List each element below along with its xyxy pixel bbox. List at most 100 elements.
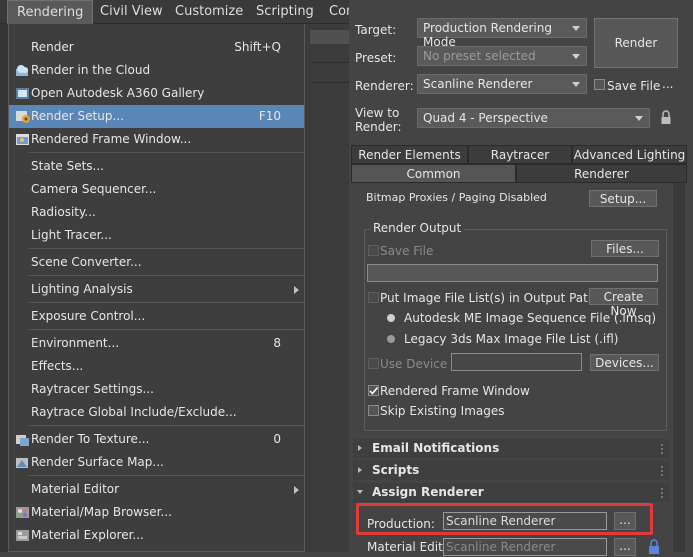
collapse-arrow-icon [357,490,363,494]
menu-item-state-sets[interactable]: State Sets... [9,155,304,178]
menu-separator [29,152,304,153]
create-now-button[interactable]: Create Now [589,288,658,318]
chevron-down-icon [572,82,580,87]
menu-item-raytracer-settings[interactable]: Raytracer Settings... [9,378,304,401]
tab-renderer[interactable]: Renderer [516,164,687,183]
menu-separator [29,302,304,303]
material-editor-browse-button[interactable]: ... [614,538,636,556]
panel-scrollbar[interactable] [673,183,685,552]
ifl-radio-label: Legacy 3ds Max Image File List (.ifl) [404,332,619,346]
grip-icon [661,466,665,478]
menu-item-render-surface-map[interactable]: Render Surface Map... [9,451,304,474]
menu-item-camera-sequencer[interactable]: Camera Sequencer... [9,178,304,201]
menu-item-material-map-browser[interactable]: Material/Map Browser... [9,501,304,524]
menu-customize[interactable]: Customize [175,4,243,19]
viewport-edge [0,24,8,552]
render-button[interactable]: Render [594,18,678,68]
menu-item-render[interactable]: Render Shift+Q [9,36,304,59]
menu-rendering[interactable]: Rendering [7,0,94,24]
rendering-dropdown-menu: Render Shift+Q Render in the Cloud Open … [8,24,305,552]
save-file-label: Save File [607,79,661,93]
view-to-render-label-2: Render: [355,120,402,134]
render-output-group [364,229,667,431]
menu-item-raytrace-include-exclude[interactable]: Raytrace Global Include/Exclude... [9,401,304,424]
menu-civil-view[interactable]: Civil View [100,4,163,19]
use-device-checkbox[interactable] [368,358,379,369]
save-file-output-checkbox[interactable] [368,245,379,256]
checkmark-icon [369,386,379,395]
view-to-render-label: View to [355,106,400,120]
skip-existing-checkbox[interactable] [368,405,379,416]
files-button[interactable]: Files... [591,240,659,257]
menu-item-lighting-analysis[interactable]: Lighting Analysis [9,278,304,301]
chevron-down-icon [572,54,580,59]
menu-item-environment[interactable]: Environment... 8 [9,332,304,355]
grip-icon [661,444,665,456]
rollout-scripts[interactable]: Scripts [353,461,669,480]
rendered-frame-window-checkbox[interactable] [368,385,379,396]
viewport-background [300,24,350,552]
gallery-icon [15,86,30,101]
render-setup-icon [15,109,30,124]
output-path-field[interactable] [367,264,658,282]
target-label: Target: [355,23,397,37]
lock-icon[interactable] [647,538,661,557]
imsq-radio[interactable] [387,314,395,322]
submenu-arrow-icon [294,286,299,294]
save-file-output-label: Save File [380,244,434,258]
menu-item-material-editor[interactable]: Material Editor [9,478,304,501]
cloud-render-icon [15,63,30,78]
material-explorer-icon [15,528,30,543]
devices-button[interactable]: Devices... [590,354,659,371]
menu-item-render-setup[interactable]: Render Setup... F10 [9,105,304,128]
save-file-checkbox[interactable] [594,79,605,90]
menu-separator [29,475,304,476]
submenu-arrow-icon [294,486,299,494]
menu-separator [29,248,304,249]
renderer-dropdown[interactable]: Scanline Renderer [417,74,587,94]
expand-arrow-icon [358,467,362,473]
menu-item-scene-converter[interactable]: Scene Converter... [9,251,304,274]
menu-item-exposure-control[interactable]: Exposure Control... [9,305,304,328]
render-setup-panel: Target: Production Rendering Mode Preset… [349,0,693,556]
grip-icon [661,488,665,500]
setup-button[interactable]: Setup... [589,190,657,207]
rollout-assign-renderer[interactable]: Assign Renderer [353,483,669,502]
menu-item-effects[interactable]: Effects... [9,355,304,378]
lock-icon[interactable] [660,110,672,128]
menu-scripting[interactable]: Scripting [256,4,314,19]
ifl-radio[interactable] [387,335,395,343]
menu-separator [29,425,304,426]
main-menu-bar: Rendering Civil View Customize Scripting… [0,0,354,24]
rollout-email-notifications[interactable]: Email Notifications [353,439,669,458]
expand-arrow-icon [358,445,362,451]
menu-separator [29,275,304,276]
save-file-browse-button[interactable]: ... [662,77,673,91]
rendered-frame-window-label: Rendered Frame Window [380,384,530,398]
target-dropdown[interactable]: Production Rendering Mode [417,18,587,49]
tab-advanced-lighting[interactable]: Advanced Lighting [572,145,687,164]
tab-common[interactable]: Common [351,164,516,183]
material-editor-renderer-field[interactable]: Scanline Renderer [443,538,607,556]
menu-item-material-explorer[interactable]: Material Explorer... [9,524,304,547]
menu-item-rendered-frame-window[interactable]: Rendered Frame Window... [9,128,304,151]
menu-item-light-tracer[interactable]: Light Tracer... [9,224,304,247]
imsq-radio-label: Autodesk ME Image Sequence File (.imsq) [404,311,656,325]
view-to-render-dropdown[interactable]: Quad 4 - Perspective [417,108,650,128]
tab-raytracer[interactable]: Raytracer [468,145,572,164]
preset-dropdown[interactable]: No preset selected [417,46,587,66]
skip-existing-label: Skip Existing Images [380,404,505,418]
device-field[interactable] [451,353,582,371]
chevron-down-icon [572,26,580,31]
put-image-list-checkbox[interactable] [368,292,379,303]
tab-render-elements[interactable]: Render Elements [351,145,468,164]
menu-item-render-to-texture[interactable]: Render To Texture... 0 [9,428,304,451]
chevron-down-icon [635,116,643,121]
renderer-label: Renderer: [355,79,414,93]
render-to-texture-icon [15,432,30,447]
render-output-label: Render Output [370,221,465,235]
menu-item-render-cloud[interactable]: Render in the Cloud [9,59,304,82]
menu-item-radiosity[interactable]: Radiosity... [9,201,304,224]
menu-separator [29,329,304,330]
menu-item-a360-gallery[interactable]: Open Autodesk A360 Gallery [9,82,304,105]
